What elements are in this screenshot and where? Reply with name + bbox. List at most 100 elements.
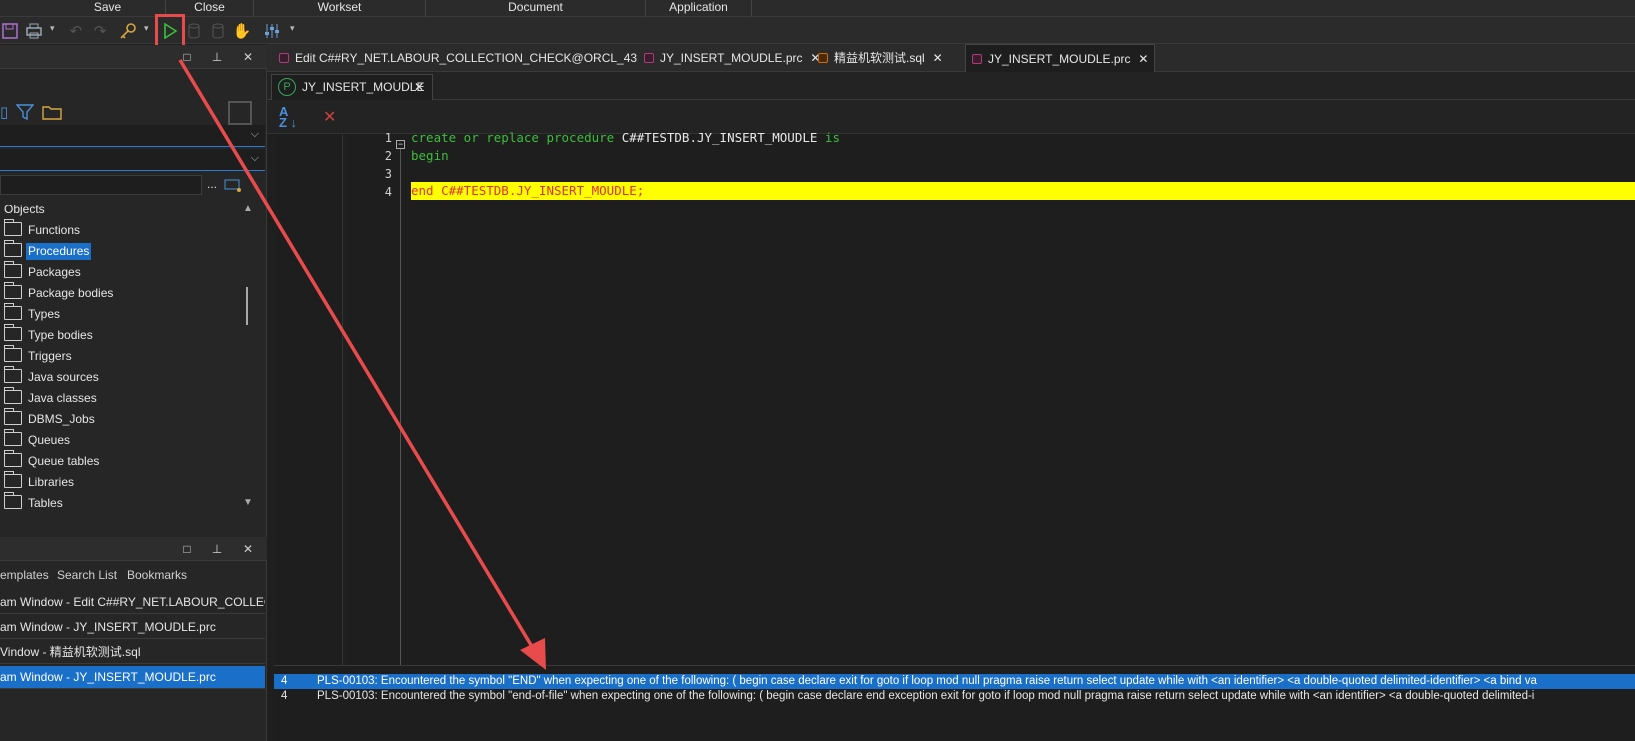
search-more-button[interactable]: ... bbox=[207, 177, 217, 191]
folder-icon bbox=[4, 492, 22, 509]
close-icon[interactable]: ✕ bbox=[414, 75, 424, 99]
code-token-keyword: is bbox=[824, 130, 840, 145]
tree-item-dbms-jobs[interactable]: DBMS_Jobs bbox=[0, 408, 250, 430]
code-editor[interactable]: 1 2 3 4 − create or replace procedure C#… bbox=[350, 130, 1635, 665]
search-window-icon[interactable] bbox=[224, 179, 242, 196]
tree-item-types[interactable]: Types bbox=[0, 303, 250, 325]
maximize-icon[interactable]: □ bbox=[179, 49, 195, 65]
tree-item-queues[interactable]: Queues bbox=[0, 429, 250, 451]
save-icon[interactable] bbox=[0, 21, 20, 41]
ribbon-group-save: Save bbox=[50, 0, 166, 17]
print-dropdown-icon[interactable]: ▾ bbox=[50, 23, 55, 34]
close-icon[interactable]: ✕ bbox=[240, 49, 256, 65]
tree-item-label: Queue tables bbox=[28, 454, 100, 468]
folder-icon bbox=[4, 471, 22, 488]
window-list-item[interactable]: Vindow - 精益机软测试.sql bbox=[0, 641, 265, 664]
print-icon[interactable] bbox=[24, 21, 44, 41]
tree-item-label: Queues bbox=[28, 433, 71, 447]
ribbon-group-application: Application bbox=[646, 0, 752, 17]
tree-root-label: Objects bbox=[4, 205, 45, 216]
maximize-icon[interactable]: □ bbox=[179, 541, 195, 557]
owner-combo[interactable]: ⌵ bbox=[0, 125, 265, 147]
doc-tab-jy-insert-moudle-active[interactable]: JY_INSERT_MOUDLE.prc ✕ bbox=[965, 44, 1156, 73]
break-icon[interactable]: ✋ bbox=[232, 21, 252, 41]
tab-jy-insert-moudle[interactable]: P JY_INSERT_MOUDLE ✕ bbox=[271, 74, 433, 100]
document-tab-bar: Edit C##RY_NET.LABOUR_COLLECTION_CHECK@O… bbox=[267, 44, 1635, 72]
editor-left-gutter bbox=[277, 134, 343, 665]
tree-item-package-bodies[interactable]: Package bodies bbox=[0, 282, 250, 304]
pin-icon[interactable]: ⊥ bbox=[209, 49, 225, 65]
toggle-square-button[interactable] bbox=[228, 101, 252, 125]
program-unit-tab-bar: P JY_INSERT_MOUDLE ✕ bbox=[267, 72, 1635, 100]
fold-collapse-icon[interactable]: − bbox=[396, 140, 405, 149]
pin-icon[interactable]: ⊥ bbox=[209, 541, 225, 557]
doc-tab-label: JY_INSERT_MOUDLE.prc bbox=[660, 51, 803, 65]
close-icon[interactable]: ✕ bbox=[240, 541, 256, 557]
settings-icon[interactable] bbox=[262, 21, 282, 41]
line-number-gutter: 1 2 3 4 bbox=[350, 131, 392, 665]
window-list-header: □ ⊥ ✕ bbox=[0, 537, 267, 561]
tree-item-tables[interactable]: Tables bbox=[0, 492, 250, 514]
code-line-1: create or replace procedure C##TESTDB.JY… bbox=[411, 129, 840, 147]
code-token-identifier: C##TESTDB.JY_INSERT_MOUDLE bbox=[614, 130, 825, 145]
key-dropdown-icon[interactable]: ▾ bbox=[144, 23, 149, 34]
error-line-number: 4 bbox=[281, 690, 288, 702]
folder-filter-icon[interactable] bbox=[42, 103, 62, 124]
tree-item-functions[interactable]: Functions bbox=[0, 219, 250, 241]
tree-item-packages[interactable]: Packages bbox=[0, 261, 250, 283]
close-icon[interactable]: ✕ bbox=[1138, 45, 1148, 73]
tree-item-type-bodies[interactable]: Type bodies bbox=[0, 324, 250, 346]
tree-item-triggers[interactable]: Triggers bbox=[0, 345, 250, 367]
rollback-icon[interactable] bbox=[208, 21, 228, 41]
folder-icon bbox=[4, 387, 22, 404]
commit-icon[interactable] bbox=[184, 21, 204, 41]
tree-item-procedures[interactable]: Procedures bbox=[0, 240, 250, 262]
undo-icon[interactable]: ↶ bbox=[66, 21, 86, 41]
line-number: 4 bbox=[384, 185, 392, 199]
settings-dropdown-icon[interactable]: ▾ bbox=[290, 23, 295, 34]
tree-item-queue-tables[interactable]: Queue tables bbox=[0, 450, 250, 472]
line-number: 3 bbox=[384, 167, 392, 181]
copy-icon[interactable]: ▯ bbox=[0, 103, 8, 121]
redo-icon[interactable]: ↷ bbox=[90, 21, 110, 41]
sql-file-icon bbox=[818, 53, 828, 63]
doc-tab-jy-insert-moudle-1[interactable]: JY_INSERT_MOUDLE.prc ✕ bbox=[638, 44, 826, 72]
filter-icon[interactable] bbox=[15, 103, 35, 124]
error-row[interactable]: 4 PLS-00103: Encountered the symbol "end… bbox=[274, 689, 1635, 704]
tab-bookmarks[interactable]: Bookmarks bbox=[127, 568, 187, 582]
tree-item-label: Triggers bbox=[28, 349, 72, 363]
doc-tab-sql-test[interactable]: 精益机软测试.sql ✕ bbox=[812, 44, 949, 72]
tree-item-label: Functions bbox=[28, 223, 81, 237]
ribbon-group-document: Document bbox=[426, 0, 646, 17]
clear-icon[interactable]: ✕ bbox=[323, 107, 336, 127]
window-list-item[interactable]: am Window - JY_INSERT_MOUDLE.prc bbox=[0, 666, 265, 689]
tree-item-libraries[interactable]: Libraries bbox=[0, 471, 250, 493]
folder-icon bbox=[4, 303, 22, 320]
tree-item-label: DBMS_Jobs bbox=[28, 412, 95, 426]
type-combo[interactable]: ⌵ bbox=[0, 149, 265, 171]
ribbon-group-workset: Workset bbox=[254, 0, 426, 17]
window-list-item[interactable]: am Window - JY_INSERT_MOUDLE.prc bbox=[0, 616, 265, 639]
tree-item-java-classes[interactable]: Java classes bbox=[0, 387, 250, 409]
chevron-down-icon: ⌵ bbox=[250, 128, 259, 140]
window-list-item[interactable]: am Window - Edit C##RY_NET.LABOUR_COLLEC… bbox=[0, 591, 265, 614]
scroll-up-icon[interactable]: ▲ bbox=[243, 205, 253, 214]
error-row[interactable]: 4 PLS-00103: Encountered the symbol "END… bbox=[274, 674, 1635, 689]
tab-templates[interactable]: emplates bbox=[0, 568, 49, 582]
key-icon[interactable] bbox=[118, 21, 138, 41]
chevron-down-icon: ⌵ bbox=[250, 152, 259, 164]
folder-icon bbox=[4, 261, 22, 278]
close-icon[interactable]: ✕ bbox=[933, 44, 943, 72]
object-search-input[interactable] bbox=[0, 175, 202, 195]
fold-guide bbox=[400, 142, 401, 665]
tab-search-list[interactable]: Search List bbox=[57, 568, 117, 582]
sort-az-icon[interactable]: AZ ↓ bbox=[279, 105, 297, 129]
doc-tab-edit-labour[interactable]: Edit C##RY_NET.LABOUR_COLLECTION_CHECK@O… bbox=[273, 44, 661, 72]
folder-icon bbox=[4, 345, 22, 362]
procedure-file-icon bbox=[644, 53, 654, 63]
compilation-errors-panel: 4 PLS-00103: Encountered the symbol "END… bbox=[274, 665, 1635, 741]
sub-tab-label: JY_INSERT_MOUDLE bbox=[302, 80, 425, 94]
folder-icon bbox=[4, 429, 22, 446]
tree-item-java-sources[interactable]: Java sources bbox=[0, 366, 250, 388]
code-token-error: end C##TESTDB.JY_INSERT_MOUDLE; bbox=[411, 183, 645, 198]
